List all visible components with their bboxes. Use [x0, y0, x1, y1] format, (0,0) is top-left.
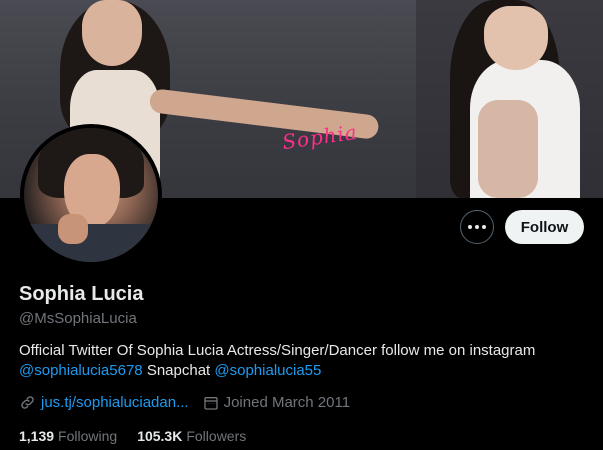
joined-date: Joined March 2011	[223, 394, 351, 411]
avatar[interactable]	[24, 128, 158, 262]
bio-mention-instagram[interactable]: @sophialucia5678	[19, 362, 143, 379]
followers-label: Followers	[186, 428, 247, 444]
user-handle: @MsSophiaLucia	[19, 310, 137, 327]
following-label: Following	[58, 428, 118, 444]
more-horizontal-icon	[468, 225, 486, 229]
following-stat[interactable]: 1,139 Following	[19, 428, 117, 444]
profile-meta: jus.tj/sophialuciadan... Joined March 20…	[19, 394, 364, 411]
bio-mention-snapchat[interactable]: @sophialucia55	[214, 362, 321, 379]
bio-text: Official Twitter Of Sophia Lucia Actress…	[19, 342, 536, 359]
bio-text-snapchat: Snapchat	[146, 362, 211, 379]
joined-item: Joined March 2011	[203, 394, 350, 411]
avatar-hand	[58, 214, 88, 244]
banner-figure2-face	[484, 6, 548, 70]
display-name: Sophia Lucia	[19, 283, 144, 305]
banner-figure2-shoes	[478, 100, 538, 198]
follow-button[interactable]: Follow	[505, 210, 584, 244]
avatar-shirt	[24, 224, 158, 262]
banner-figure-face	[82, 0, 142, 66]
followers-stat[interactable]: 105.3K Followers	[137, 428, 246, 444]
follow-stats: 1,139 Following 105.3K Followers	[19, 428, 266, 444]
link-icon	[21, 396, 34, 409]
website-link[interactable]: jus.tj/sophialuciadan...	[41, 394, 189, 411]
more-options-button[interactable]	[460, 210, 494, 244]
website-item[interactable]: jus.tj/sophialuciadan...	[19, 394, 189, 411]
following-count: 1,139	[19, 428, 55, 444]
followers-count: 105.3K	[137, 428, 183, 444]
calendar-icon	[203, 396, 218, 410]
profile-bio: Official Twitter Of Sophia Lucia Actress…	[19, 341, 589, 381]
